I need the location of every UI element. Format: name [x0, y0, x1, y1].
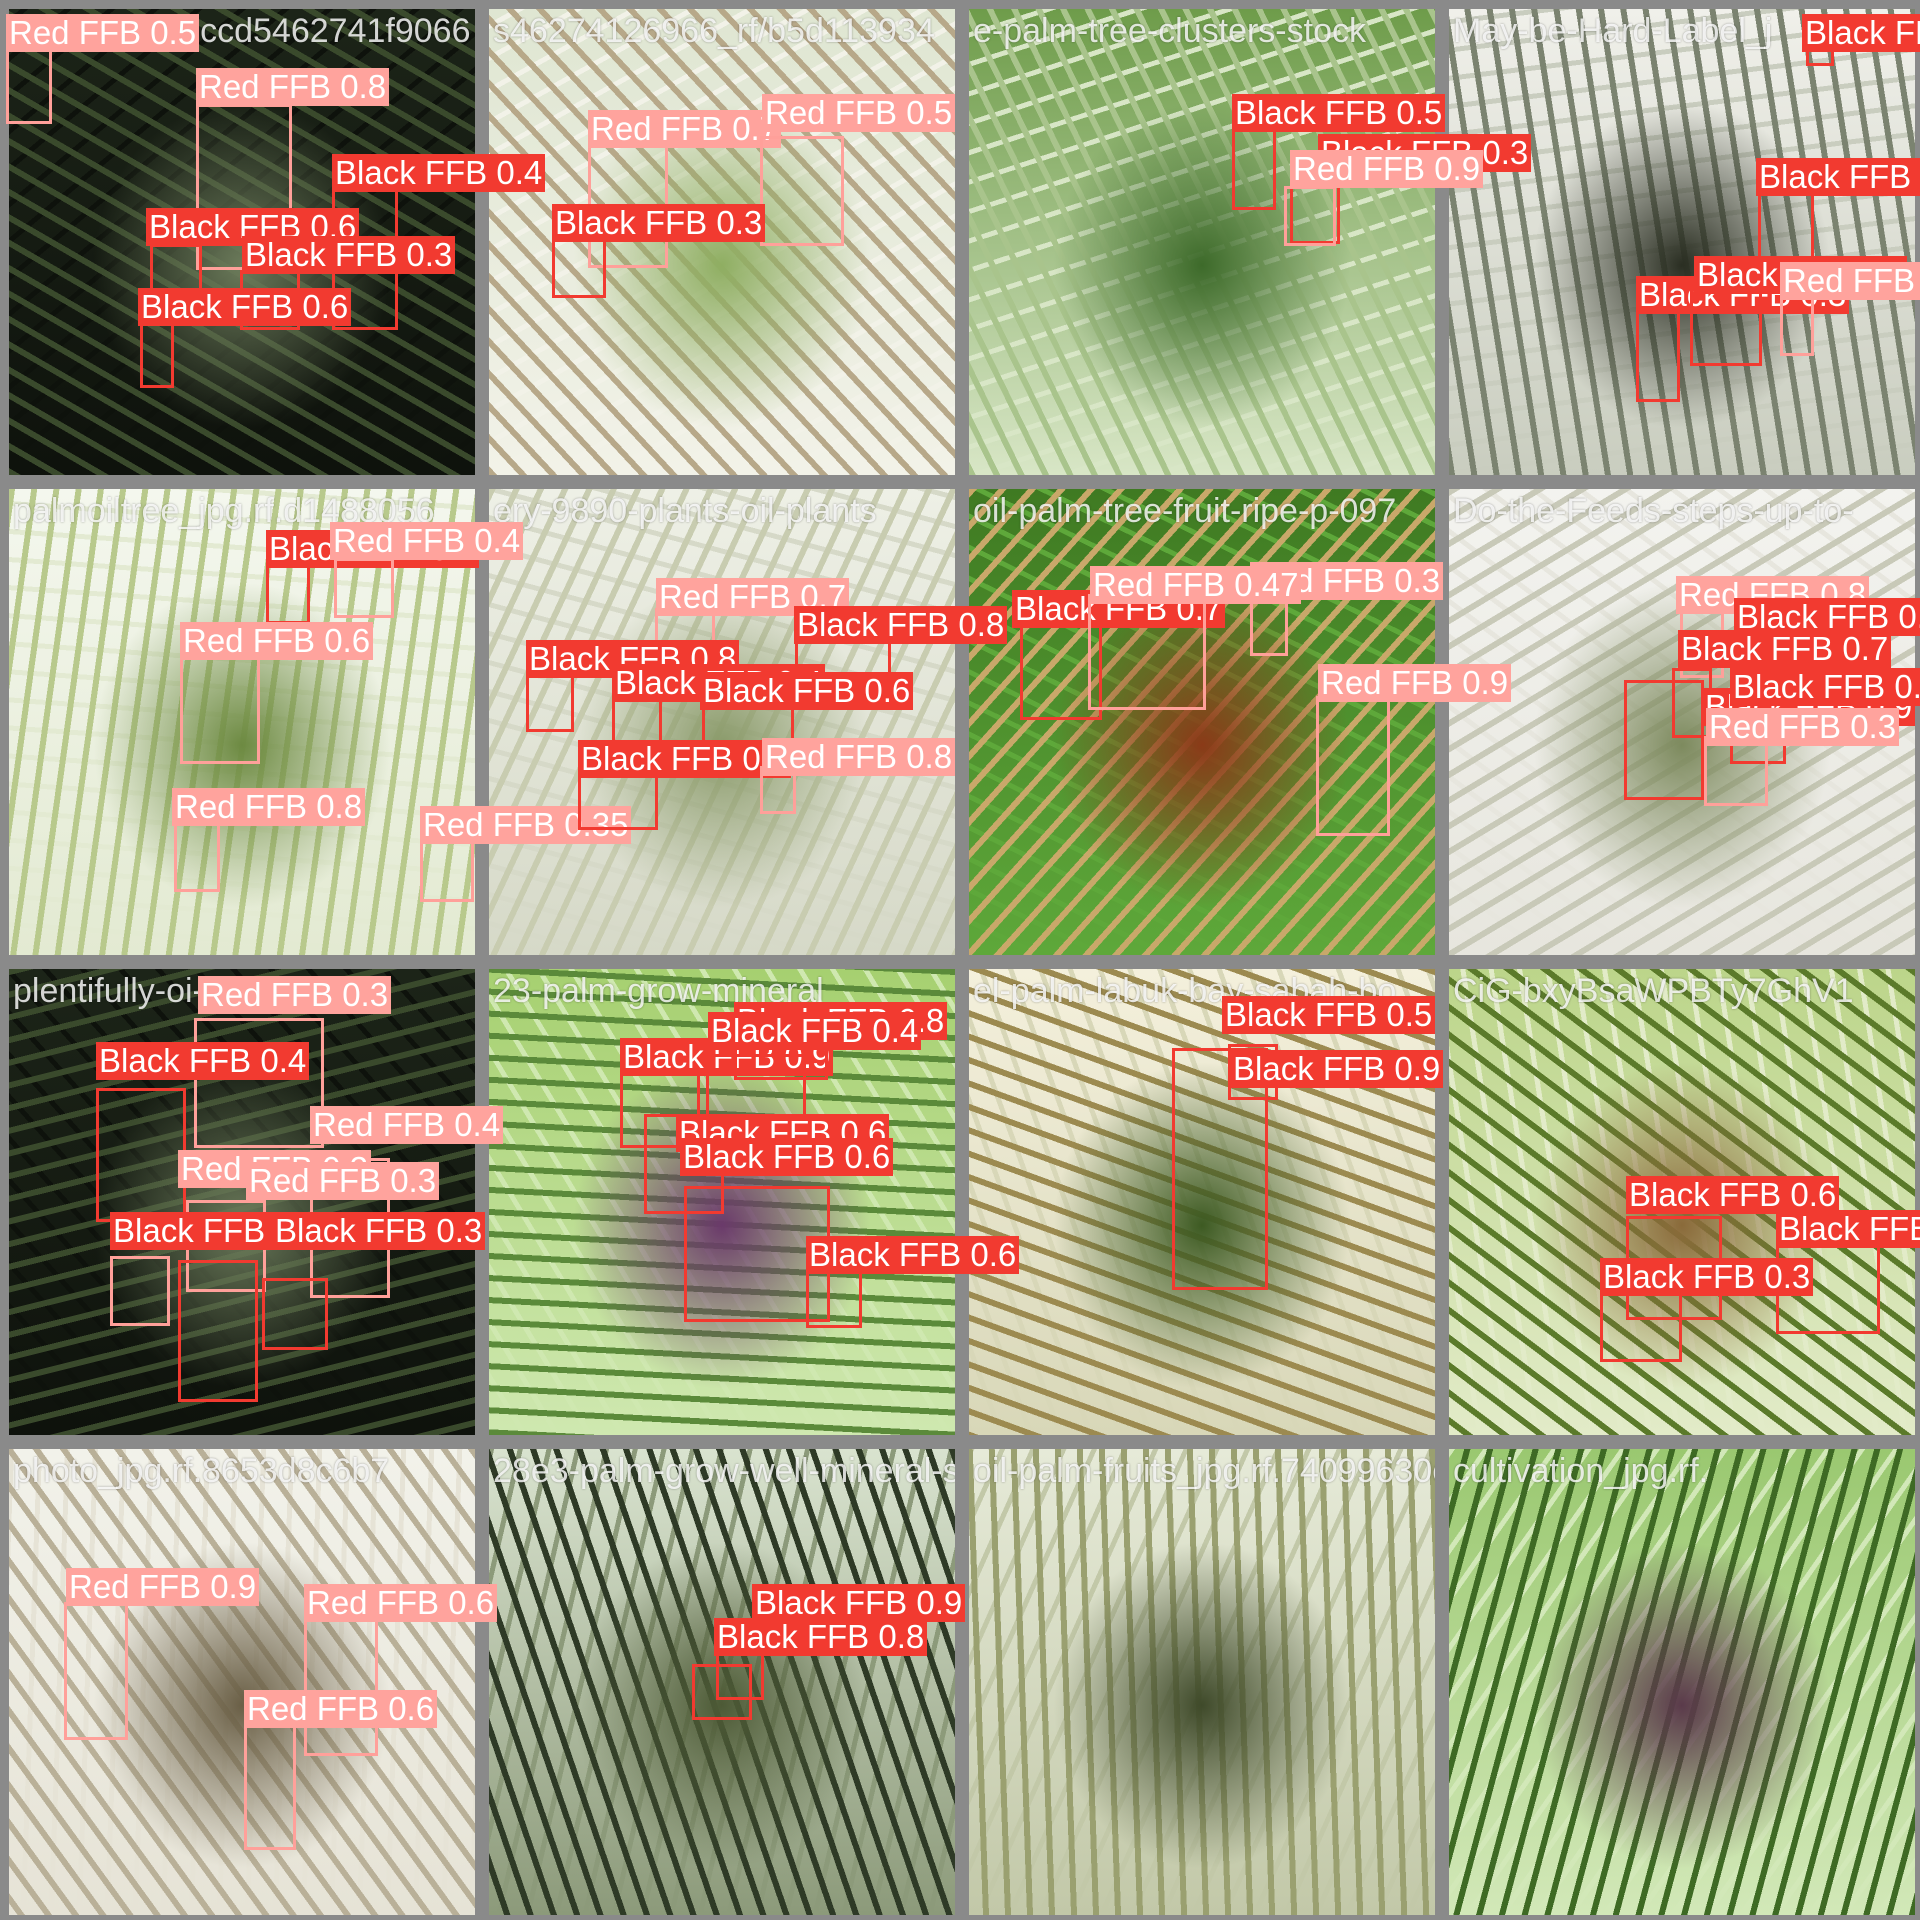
- black-ffb-label: Black FFB 0.9: [1230, 1050, 1444, 1088]
- red-ffb-label: Red FFB 0.3: [1706, 708, 1900, 746]
- red-ffb-box: [1250, 596, 1288, 656]
- black-ffb-label: Black FFB 0.3: [1600, 1258, 1814, 1296]
- black-ffb-label: Black FFB 0.6: [680, 1138, 894, 1176]
- black-ffb-label: Black FFB 0.7: [1678, 630, 1892, 668]
- red-ffb-box: [1088, 594, 1206, 710]
- red-ffb-label: Red FFB 0.8: [762, 738, 956, 776]
- red-ffb-box: [1284, 186, 1336, 246]
- black-ffb-box: [96, 1088, 186, 1222]
- red-ffb-box: [420, 834, 474, 902]
- red-ffb-label: Red FFB 0.7: [588, 110, 782, 148]
- black-ffb-label: Black FFB 0.6: [138, 288, 352, 326]
- black-ffb-label: Black FFB 0.3: [1756, 158, 1920, 196]
- detections-layer: Red FFB 0.5 Red FFB 0.8 Black FFB 0.4 Black…: [0, 0, 1920, 1920]
- red-ffb-box: [180, 656, 260, 764]
- black-ffb-label: Black FFB 0.3: [1776, 1210, 1920, 1248]
- black-ffb-label: Black FFB 0.6: [1626, 1176, 1840, 1214]
- black-ffb-label: Black FFB 0.3: [552, 204, 766, 242]
- red-ffb-box: [110, 1256, 170, 1326]
- black-ffb-label: Black FFB 0.6: [700, 672, 914, 710]
- red-ffb-label: Red FFB 0.9: [66, 1568, 260, 1606]
- black-ffb-box: [1690, 288, 1762, 366]
- red-ffb-box: [64, 1602, 128, 1740]
- red-ffb-box: [334, 558, 394, 618]
- black-ffb-box: [692, 1664, 752, 1720]
- red-ffb-box: [174, 818, 220, 892]
- red-ffb-label: Red FFB 0.6: [1780, 262, 1920, 300]
- red-ffb-box: [1704, 736, 1768, 806]
- black-ffb-label: Black FFB 0.4: [332, 154, 546, 192]
- black-ffb-label: Black FFB 0.7: [1730, 668, 1920, 706]
- red-ffb-label: Red FFB 0.4: [310, 1106, 504, 1144]
- black-ffb-label: Black FFB 0.6: [806, 1236, 1020, 1274]
- red-ffb-box: [6, 44, 52, 124]
- red-ffb-label: Red FFB 0.6: [304, 1584, 498, 1622]
- black-ffb-box: [262, 1278, 328, 1350]
- black-ffb-box: [1758, 190, 1814, 260]
- black-ffb-box: [1232, 126, 1276, 210]
- black-ffb-label: Black FFB 0.3: [1802, 14, 1920, 52]
- black-ffb-box: [1636, 310, 1680, 402]
- red-ffb-box: [194, 1018, 324, 1148]
- black-ffb-box: [552, 236, 606, 298]
- black-ffb-label: Black FFB 0.4: [708, 1012, 922, 1050]
- black-ffb-box: [1600, 1290, 1682, 1362]
- red-ffb-label: Red FFB 0.3: [246, 1162, 440, 1200]
- black-ffb-box: [526, 670, 574, 732]
- black-ffb-label: Black FFB 0.9: [752, 1584, 966, 1622]
- black-ffb-label: Black FFB 0.3: [242, 236, 456, 274]
- black-ffb-label: Black FFB 0.8: [714, 1618, 928, 1656]
- black-ffb-box: [178, 1260, 258, 1402]
- red-ffb-label: Red FFB 0.5: [6, 14, 200, 52]
- black-ffb-label: Black FFB 0.4: [96, 1042, 310, 1080]
- black-ffb-label: Black FFB 0.3: [272, 1212, 486, 1250]
- red-ffb-box: [1316, 696, 1390, 836]
- red-ffb-label: Red FFB 0.4: [330, 522, 524, 560]
- red-ffb-label: Red FFB 0.8: [172, 788, 366, 826]
- red-ffb-label: Red FFB 0.3: [198, 976, 392, 1014]
- red-ffb-box: [1780, 296, 1814, 356]
- red-ffb-label: Red FFB 0.6: [180, 622, 374, 660]
- black-ffb-box: [578, 770, 658, 830]
- black-ffb-label: Black FFB 0.5: [1222, 996, 1436, 1034]
- red-ffb-box: [304, 1616, 378, 1756]
- red-ffb-label: Red FFB 0.9: [1318, 664, 1512, 702]
- black-ffb-box: [266, 564, 310, 624]
- red-ffb-box: [760, 136, 844, 246]
- red-ffb-label: Red FFB 0.8: [196, 68, 390, 106]
- black-ffb-label: Black FFB 0.8: [794, 606, 1008, 644]
- black-ffb-box: [1624, 680, 1704, 800]
- red-ffb-label: Red FFB 0.47: [1090, 566, 1302, 604]
- red-ffb-label: Red FFB 0.6: [244, 1690, 438, 1728]
- red-ffb-label: Red FFB 0.9: [1290, 150, 1484, 188]
- black-ffb-label: Black FFB 0.5: [1232, 94, 1446, 132]
- red-ffb-label: Red FFB 0.5: [762, 94, 956, 132]
- red-ffb-box: [244, 1714, 296, 1850]
